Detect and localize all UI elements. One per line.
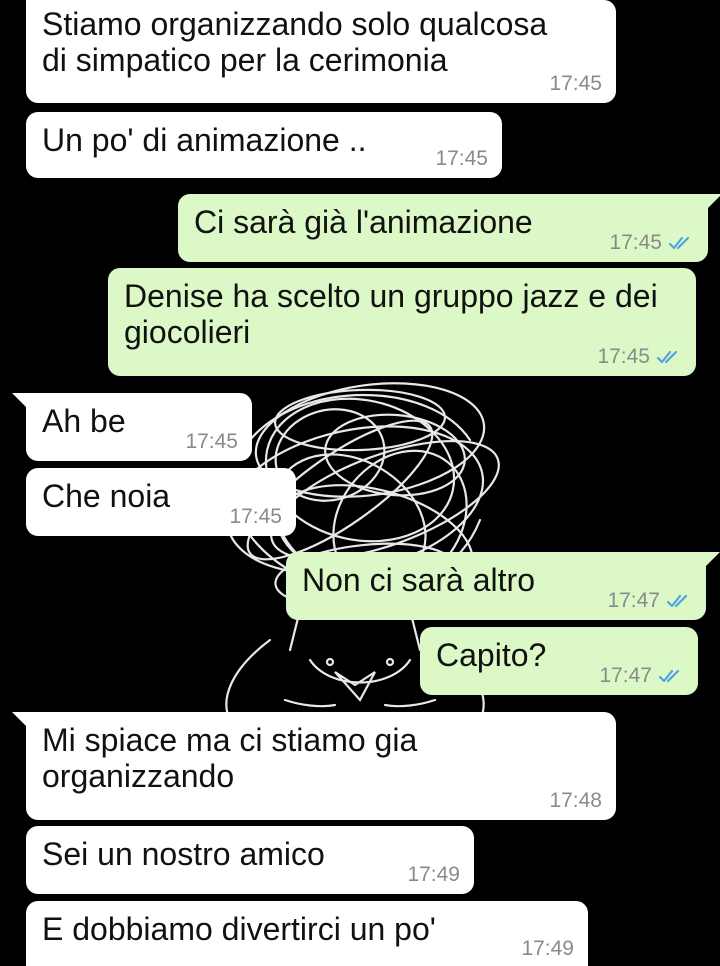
message-bubble-incoming[interactable]: Sei un nostro amico 17:49 — [26, 826, 474, 894]
message-text: Un po' di animazione .. — [42, 122, 367, 158]
message-time: 17:48 — [549, 789, 602, 812]
message-bubble-outgoing[interactable]: Ci sarà già l'animazione 17:45 — [178, 194, 720, 262]
message-text: Sei un nostro amico — [42, 836, 325, 872]
message-time: 17:45 — [435, 147, 488, 170]
message-text: Mi spiace ma ci stiamo gia organizzando — [42, 722, 418, 794]
message-time: 17:45 — [229, 505, 282, 528]
message-time: 17:47 — [599, 664, 652, 687]
message-bubble-incoming[interactable]: Stiamo organizzando solo qualcosa di sim… — [26, 0, 616, 103]
bubble-tail-icon — [12, 393, 28, 409]
bubble-tail-icon — [12, 712, 28, 728]
read-double-check-icon — [658, 669, 680, 683]
message-bubble-outgoing[interactable]: Capito? 17:47 — [420, 627, 698, 695]
bubble-tail-icon — [706, 194, 720, 210]
message-bubble-outgoing[interactable]: Denise ha scelto un gruppo jazz e dei gi… — [108, 268, 696, 376]
message-bubble-incoming[interactable]: Ah be 17:45 — [12, 393, 252, 461]
message-time: 17:45 — [609, 231, 662, 254]
message-time: 17:45 — [549, 72, 602, 95]
message-bubble-incoming[interactable]: Un po' di animazione .. 17:45 — [26, 112, 502, 178]
message-time: 17:45 — [185, 430, 238, 453]
message-text: Stiamo organizzando solo qualcosa di sim… — [42, 6, 548, 78]
message-time: 17:49 — [521, 937, 574, 960]
message-bubble-outgoing[interactable]: Non ci sarà altro 17:47 — [286, 552, 720, 620]
read-double-check-icon — [668, 236, 690, 250]
message-bubble-incoming[interactable]: Mi spiace ma ci stiamo gia organizzando … — [12, 712, 616, 820]
message-time: 17:47 — [607, 589, 660, 612]
message-time: 17:45 — [597, 345, 650, 368]
read-double-check-icon — [656, 350, 678, 364]
message-time: 17:49 — [407, 863, 460, 886]
read-double-check-icon — [666, 594, 688, 608]
message-bubble-incoming[interactable]: E dobbiamo divertirci un po' 17:49 — [26, 901, 588, 966]
message-text: Denise ha scelto un gruppo jazz e dei gi… — [124, 278, 658, 350]
bubble-tail-icon — [704, 552, 720, 568]
message-text: E dobbiamo divertirci un po' — [42, 911, 436, 947]
message-bubble-incoming[interactable]: Che noia 17:45 — [26, 468, 296, 536]
